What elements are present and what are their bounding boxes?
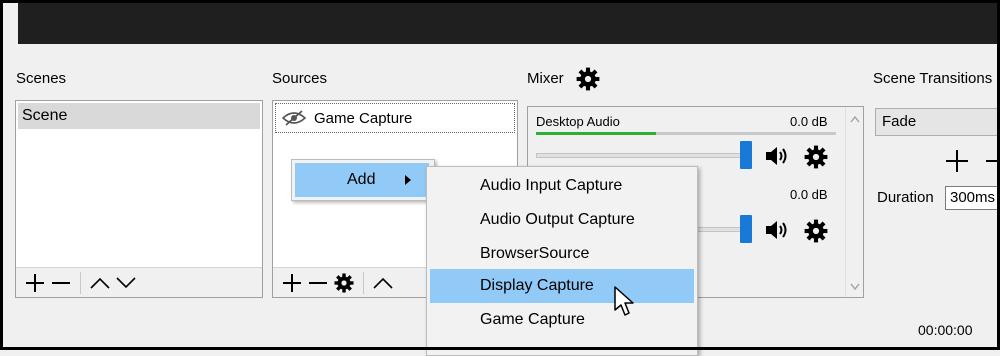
add-source-button[interactable] (279, 270, 305, 296)
chevron-down-icon (116, 276, 136, 288)
remove-source-button[interactable] (305, 270, 331, 296)
scroll-down-arrow-icon[interactable] (850, 283, 860, 291)
remove-scene-button[interactable] (48, 270, 74, 296)
duration-input[interactable]: 300ms (945, 186, 1000, 210)
mixer-scrollbar[interactable] (845, 107, 863, 297)
preview-area (0, 0, 1000, 58)
minus-icon (309, 281, 327, 284)
submenu-item-browsersource[interactable]: BrowserSource (430, 237, 694, 271)
speaker-icon[interactable] (764, 145, 790, 167)
sources-title: Sources (272, 70, 328, 87)
source-list-item[interactable]: Game Capture (275, 103, 515, 133)
chevron-up-icon (373, 277, 393, 289)
preview-canvas (18, 0, 1000, 44)
transition-select[interactable]: Fade (875, 108, 1000, 136)
submenu-item-display-capture[interactable]: Display Capture (430, 269, 694, 303)
volume-slider-thumb[interactable] (740, 215, 752, 243)
add-scene-button[interactable] (22, 270, 48, 296)
duration-label: Duration (877, 189, 934, 206)
scene-transitions-title: Scene Transitions (873, 70, 993, 87)
plus-icon (283, 273, 301, 292)
toolbar-divider (363, 271, 364, 294)
submenu-item-audio-input-capture[interactable]: Audio Input Capture (430, 169, 694, 203)
scenes-title: Scenes (16, 70, 67, 87)
move-source-up-button[interactable] (370, 270, 396, 296)
minus-icon (52, 281, 70, 284)
mouse-pointer-icon (614, 286, 634, 316)
submenu-item-audio-output-capture[interactable]: Audio Output Capture (430, 203, 694, 237)
mixer-title: Mixer (527, 70, 564, 87)
mixer-channel-db: 0.0 dB (790, 187, 828, 202)
source-label: Game Capture (314, 109, 413, 127)
add-transition-plus-icon[interactable] (946, 150, 968, 172)
submenu-arrow-icon (405, 175, 411, 185)
gear-icon[interactable] (804, 219, 828, 243)
speaker-icon[interactable] (764, 219, 790, 241)
audio-level-fill (536, 132, 656, 135)
scenes-toolbar (16, 267, 262, 297)
scene-list-item[interactable]: Scene (18, 103, 260, 129)
add-menu-item[interactable]: Add (295, 163, 429, 197)
plus-icon (26, 273, 44, 292)
eye-hidden-icon[interactable] (282, 110, 306, 126)
toolbar-divider (80, 271, 81, 294)
recording-time: 00:00:00 (918, 322, 973, 338)
chevron-up-icon (90, 277, 110, 289)
gear-icon[interactable] (804, 145, 828, 169)
mixer-channel-name: Desktop Audio (536, 114, 620, 129)
audio-level-meter (536, 132, 836, 135)
mixer-settings-gear-icon[interactable] (576, 67, 600, 91)
scroll-up-arrow-icon[interactable] (850, 115, 860, 123)
volume-slider-track[interactable] (536, 153, 746, 158)
scenes-panel: Scene (15, 100, 263, 298)
mixer-channel-db: 0.0 dB (790, 114, 828, 129)
source-properties-button[interactable] (331, 270, 357, 296)
move-scene-up-button[interactable] (87, 270, 113, 296)
add-source-submenu: Audio Input Capture Audio Output Capture… (426, 166, 698, 356)
gear-icon (334, 273, 354, 292)
move-scene-down-button[interactable] (113, 270, 139, 296)
remove-transition-minus-icon[interactable] (986, 150, 1000, 172)
volume-slider-thumb[interactable] (740, 141, 752, 169)
sources-context-menu: Add (291, 159, 435, 201)
add-menu-label: Add (347, 171, 376, 188)
submenu-item-game-capture[interactable]: Game Capture (430, 303, 694, 337)
